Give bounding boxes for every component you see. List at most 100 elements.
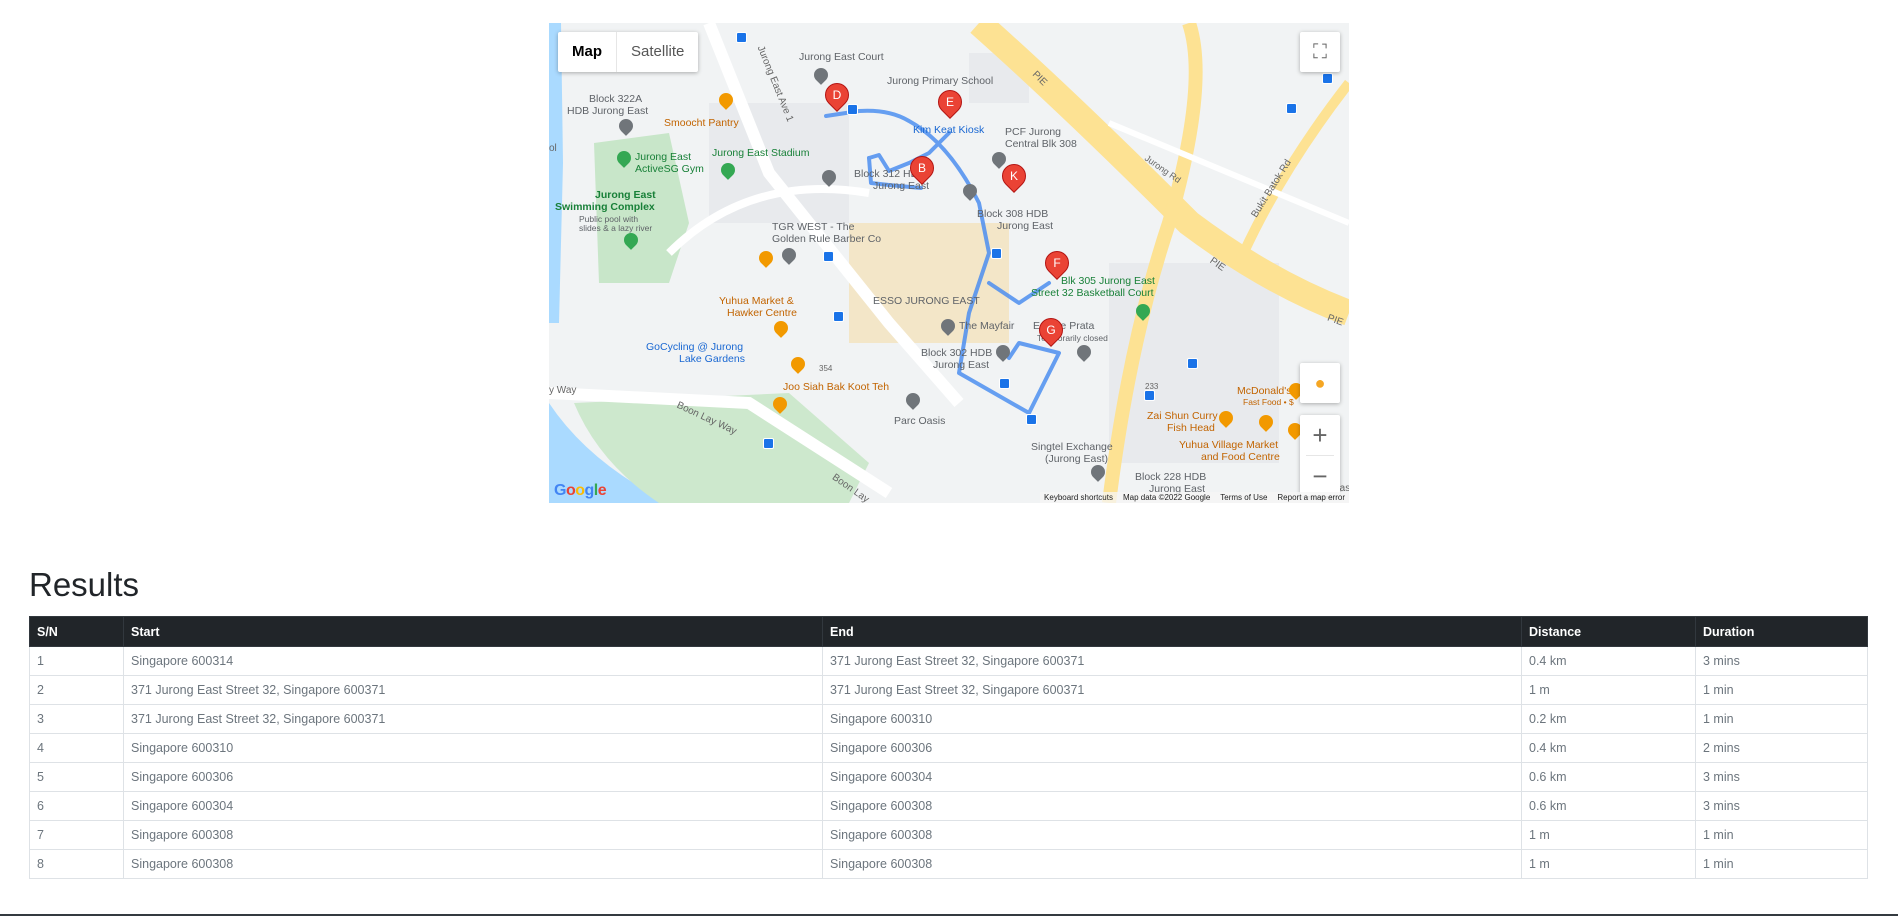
bus-stop-icon[interactable]: [823, 251, 834, 262]
map-label: Fish Head: [1167, 422, 1215, 434]
terms-link[interactable]: Terms of Use: [1220, 493, 1267, 502]
cell-sn: 8: [29, 849, 124, 879]
cell-start: Singapore 600306: [123, 762, 823, 792]
cell-end: 371 Jurong East Street 32, Singapore 600…: [822, 675, 1522, 705]
cell-distance: 0.2 km: [1521, 704, 1696, 734]
zoom-control: + −: [1300, 415, 1340, 496]
table-row: 6 Singapore 600304 Singapore 600308 0.6 km 3…: [29, 791, 1868, 821]
cell-sn: 3: [29, 704, 124, 734]
column-header-start: Start: [123, 616, 823, 647]
bus-stop-icon[interactable]: [833, 311, 844, 322]
map-label: Kim Keat Kiosk: [913, 124, 985, 136]
cell-start: 371 Jurong East Street 32, Singapore 600…: [123, 675, 823, 705]
cell-duration: 1 min: [1695, 820, 1868, 850]
cell-end: Singapore 600308: [822, 849, 1522, 879]
map-label: slides & a lazy river: [579, 223, 653, 233]
map-label: Block 302 HDB: [921, 347, 993, 359]
cell-start: Singapore 600304: [123, 791, 823, 821]
cell-distance: 0.4 km: [1521, 733, 1696, 763]
map-label: GoCycling @ Jurong: [646, 341, 744, 353]
cell-distance: 0.4 km: [1521, 646, 1696, 676]
map-label: Jurong East Stadium: [712, 147, 810, 159]
bus-stop-icon[interactable]: [1322, 73, 1333, 84]
road-label: 354: [819, 364, 833, 373]
cell-sn: 1: [29, 646, 124, 676]
cell-sn: 4: [29, 733, 124, 763]
bus-stop-icon[interactable]: [991, 248, 1002, 259]
bus-stop-icon[interactable]: [999, 378, 1010, 389]
pegman-icon: ●: [1314, 372, 1326, 393]
bus-stop-icon[interactable]: [1187, 358, 1198, 369]
column-header-distance: Distance: [1521, 616, 1696, 647]
column-header-end: End: [822, 616, 1522, 647]
cell-end: Singapore 600308: [822, 791, 1522, 821]
map-label: TGR WEST - The: [772, 221, 855, 233]
table-row: 2 371 Jurong East Street 32, Singapore 60…: [29, 675, 1868, 705]
map-type-satellite-button[interactable]: Satellite: [617, 32, 698, 72]
fullscreen-icon: ⛶: [1313, 40, 1327, 63]
cell-distance: 0.6 km: [1521, 791, 1696, 821]
table-row: 8 Singapore 600308 Singapore 600308 1 m1 mi…: [29, 849, 1868, 879]
bus-stop-icon[interactable]: [847, 104, 858, 115]
map-label: Jurong East Court: [799, 51, 884, 63]
bus-stop-icon[interactable]: [736, 32, 747, 43]
bus-stop-icon[interactable]: [1144, 390, 1155, 401]
map-label: Jurong East: [997, 220, 1054, 232]
map-label: Block 322A: [589, 93, 643, 105]
zoom-out-button[interactable]: −: [1300, 456, 1340, 496]
zoom-in-button[interactable]: +: [1300, 415, 1340, 455]
table-row: 3 371 Jurong East Street 32, Singapore 60…: [29, 704, 1868, 734]
cell-duration: 3 mins: [1695, 762, 1868, 792]
cell-end: Singapore 600310: [822, 704, 1522, 734]
column-header-duration: Duration: [1695, 616, 1868, 647]
map-label: Hawker Centre: [727, 307, 798, 319]
map-label: Jurong East: [635, 151, 692, 163]
map-label: Jurong East: [595, 189, 656, 201]
cell-distance: 0.6 km: [1521, 762, 1696, 792]
route-map[interactable]: Jurong East Court Jurong Primary School …: [549, 23, 1349, 503]
fullscreen-button[interactable]: ⛶: [1300, 32, 1340, 72]
map-label: Street 32 Basketball Court: [1031, 287, 1154, 299]
keyboard-shortcuts-link[interactable]: Keyboard shortcuts: [1044, 493, 1113, 502]
cell-start: Singapore 600314: [123, 646, 823, 676]
cell-end: Singapore 600306: [822, 733, 1522, 763]
column-header-sn: S/N: [29, 616, 124, 647]
cell-start: Singapore 600308: [123, 849, 823, 879]
bus-stop-icon[interactable]: [1286, 103, 1297, 114]
cell-end: 371 Jurong East Street 32, Singapore 600…: [822, 646, 1522, 676]
table-header-row: S/N Start End Distance Duration: [29, 616, 1868, 647]
map-type-map-button[interactable]: Map: [558, 32, 617, 72]
google-logo[interactable]: Google: [554, 482, 607, 500]
map-label: Jurong Primary School: [887, 75, 994, 87]
map-label: HDB Jurong East: [567, 105, 649, 117]
map-label: Parc Oasis: [894, 415, 946, 427]
cell-duration: 3 mins: [1695, 791, 1868, 821]
map-label: Lake Gardens: [679, 353, 745, 365]
map-label: Block 228 HDB: [1135, 471, 1207, 483]
cell-start: Singapore 600308: [123, 820, 823, 850]
road-label: ol: [549, 143, 557, 154]
cell-start: Singapore 600310: [123, 733, 823, 763]
map-data-text: Map data ©2022 Google: [1122, 493, 1211, 502]
map-label: Joo Siah Bak Koot Teh: [783, 381, 890, 393]
cell-end: Singapore 600304: [822, 762, 1522, 792]
map-label: Fast Food • $: [1243, 397, 1294, 407]
cell-distance: 1 m: [1521, 849, 1696, 879]
map-label: PCF Jurong: [1005, 126, 1062, 138]
cell-duration: 1 min: [1695, 849, 1868, 879]
results-table: S/N Start End Distance Duration 1 Singapo…: [29, 616, 1868, 879]
cell-duration: 2 mins: [1695, 733, 1868, 763]
map-label: Central Blk 308: [1005, 138, 1077, 150]
street-view-button[interactable]: ●: [1300, 363, 1340, 403]
cell-duration: 1 min: [1695, 704, 1868, 734]
map-label: The Mayfair: [959, 320, 1015, 332]
bus-stop-icon[interactable]: [1026, 414, 1037, 425]
map-label: ESSO JURONG EAST: [873, 295, 980, 307]
bus-stop-icon[interactable]: [763, 438, 774, 449]
road-label: y Way: [549, 385, 577, 396]
report-error-link[interactable]: Report a map error: [1277, 493, 1345, 502]
map-label: Zai Shun Curry: [1147, 410, 1218, 422]
map-label: Block 308 HDB: [977, 208, 1049, 220]
cell-start: 371 Jurong East Street 32, Singapore 600…: [123, 704, 823, 734]
table-row: 7 Singapore 600308 Singapore 600308 1 m1 mi…: [29, 820, 1868, 850]
